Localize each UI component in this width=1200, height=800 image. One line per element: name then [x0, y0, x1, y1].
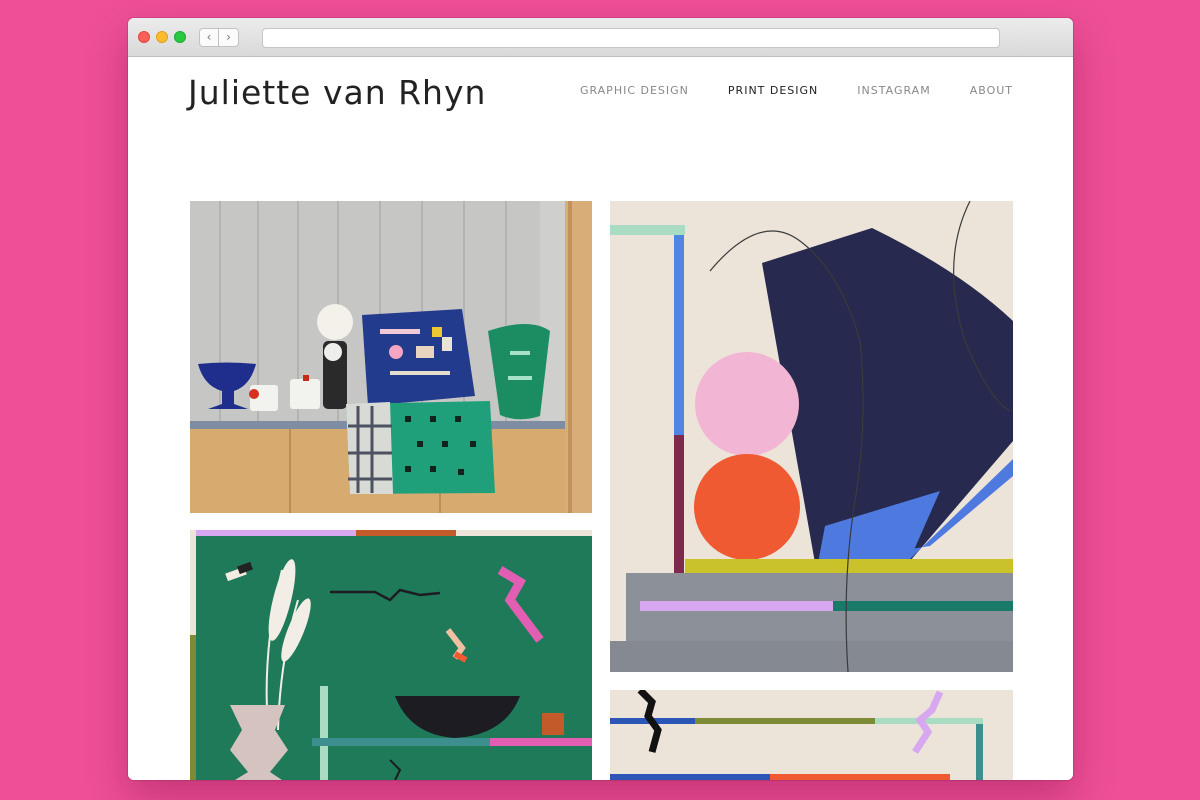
gallery-image-abstract-navy-print[interactable] — [610, 201, 1013, 672]
close-window-icon[interactable] — [138, 31, 150, 43]
nav-graphic-design[interactable]: GRAPHIC DESIGN — [580, 84, 689, 97]
gallery-image-interior-cushions[interactable] — [190, 201, 592, 513]
nav-instagram[interactable]: INSTAGRAM — [857, 84, 930, 97]
nav-about[interactable]: ABOUT — [970, 84, 1013, 97]
main-nav: GRAPHIC DESIGN PRINT DESIGN INSTAGRAM AB… — [580, 84, 1013, 97]
browser-titlebar: ‹ › — [128, 18, 1073, 57]
minimize-window-icon[interactable] — [156, 31, 168, 43]
nav-print-design[interactable]: PRINT DESIGN — [728, 84, 818, 97]
gallery-image-green-plant-print[interactable] — [190, 530, 592, 780]
gallery-image-abstract-line-print[interactable] — [610, 690, 1013, 780]
maximize-window-icon[interactable] — [174, 31, 186, 43]
back-button[interactable]: ‹ — [199, 28, 219, 47]
page-content: Juliette van Rhyn GRAPHIC DESIGN PRINT D… — [128, 57, 1073, 780]
site-title[interactable]: Juliette van Rhyn — [188, 73, 486, 112]
forward-button[interactable]: › — [219, 28, 239, 47]
browser-window: ‹ › Juliette van Rhyn GRAPHIC DESIGN PRI… — [128, 18, 1073, 780]
address-bar[interactable] — [262, 28, 1000, 48]
